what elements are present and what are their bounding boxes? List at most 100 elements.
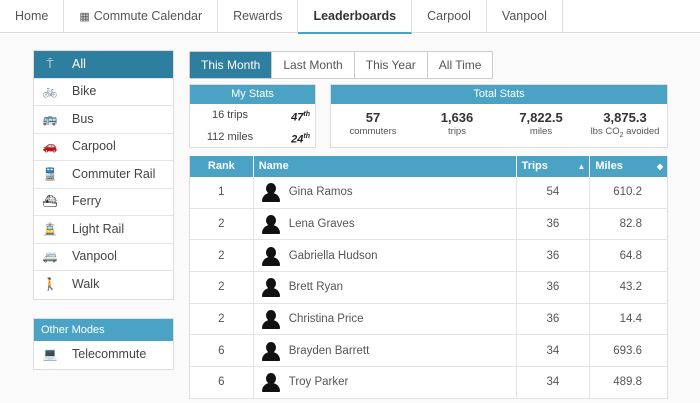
name-cell: Christina Price: [254, 303, 517, 335]
sidebar-item-bus[interactable]: 🚌 Bus: [34, 106, 173, 134]
stat-value: 3,875.3: [603, 110, 647, 125]
train-icon: 🚆: [42, 166, 58, 181]
period-last-month-button[interactable]: Last Month: [272, 52, 355, 78]
rank-cell: 1: [190, 177, 254, 208]
period-selector: This Month Last Month This Year All Time: [189, 51, 494, 79]
my-miles-rank: 24th: [291, 133, 310, 146]
total-co2-avoided: 3,875.3 lbs CO2 avoided: [583, 110, 667, 139]
stat-label: lbs CO2 avoided: [590, 126, 660, 139]
top-tab-bar: Home ▦ Commute Calendar Rewards Leaderboa…: [0, 0, 700, 34]
stat-value: 1,636: [440, 110, 474, 125]
van-icon: 🚐: [42, 249, 58, 264]
trips-cell: 34: [517, 335, 591, 367]
stat-label: trips: [448, 126, 466, 137]
rank-cell: 2: [190, 272, 254, 303]
table-row: 2 Lena Graves 36 82.8: [190, 208, 667, 241]
my-stats-panel: My Stats 16 trips 47th 112 miles 24th: [189, 84, 316, 148]
miles-cell: 610.2: [613, 186, 642, 199]
tab-home[interactable]: Home: [0, 0, 65, 33]
table-row: 2 Gabriella Hudson 36 64.8: [190, 240, 667, 273]
laptop-icon: 💻: [42, 347, 58, 362]
stat-label: commuters: [349, 126, 397, 137]
miles-cell: 43.2: [619, 281, 642, 294]
tab-leaderboards[interactable]: Leaderboards: [298, 0, 413, 34]
name-column-header[interactable]: Name: [254, 156, 517, 177]
ferry-icon: ⛴: [42, 194, 58, 209]
period-all-time-button[interactable]: All Time: [428, 52, 493, 78]
leaderboard-table: Rank Name Trips ▲ Miles ◆ 1 Gina Ramos 54 610…: [189, 156, 668, 399]
my-trips-rank: 47th: [291, 111, 310, 124]
sidebar-item-carpool[interactable]: 🚗 Carpool: [34, 134, 173, 161]
trips-column-header[interactable]: Trips ▲: [517, 156, 591, 177]
rank-cell: 6: [190, 367, 254, 398]
user-avatar-icon: [261, 182, 280, 203]
total-stats-panel: Total Stats 57 commuters 1,636 trips 7,8…: [330, 84, 668, 148]
user-name: Lena Graves: [288, 218, 355, 231]
sidebar-item-label: All: [72, 56, 86, 71]
tab-label: Leaderboards: [313, 9, 397, 23]
table-row: 1 Gina Ramos 54 610.2: [190, 177, 667, 209]
tab-label: Carpool: [427, 9, 471, 23]
other-modes-title: Other Modes: [34, 319, 173, 341]
light-rail-icon: 🚊: [42, 221, 58, 236]
tab-vanpool[interactable]: Vanpool: [487, 0, 563, 33]
tab-carpool[interactable]: Carpool: [412, 0, 487, 33]
table-row: 6 Troy Parker 34 489.8: [190, 367, 667, 399]
tab-label: Commute Calendar: [93, 9, 203, 23]
sidebar-item-telecommute[interactable]: 💻 Telecommute: [34, 341, 173, 369]
name-cell: Brett Ryan: [254, 272, 517, 303]
table-row: 6 Brayden Barrett 34 693.6: [190, 335, 667, 368]
trips-cell: 36: [517, 272, 591, 303]
sidebar-item-commuter-rail[interactable]: 🚆 Commuter Rail: [34, 161, 173, 189]
trips-cell: 36: [517, 240, 591, 272]
car-icon: 🚗: [42, 139, 58, 154]
total-stats-title: Total Stats: [331, 85, 667, 104]
period-this-month-button[interactable]: This Month: [190, 52, 273, 78]
sidebar-item-label: Carpool: [72, 139, 116, 154]
my-stats-miles-row: 112 miles 24th: [190, 126, 315, 148]
sidebar-item-vanpool[interactable]: 🚐 Vanpool: [34, 244, 173, 271]
sidebar-item-label: Commuter Rail: [72, 166, 156, 181]
name-cell: Troy Parker: [254, 367, 517, 398]
name-cell: Gina Ramos: [254, 177, 517, 208]
total-miles: 7,822.5 miles: [499, 110, 583, 139]
sidebar-item-walk[interactable]: 🚶 Walk: [34, 271, 173, 299]
stat-value: 7,822.5: [519, 110, 563, 125]
rank-cell: 2: [190, 208, 254, 240]
miles-cell: 64.8: [619, 249, 642, 262]
rank-cell: 6: [190, 335, 254, 367]
user-name: Gina Ramos: [288, 186, 353, 199]
bike-icon: 🚲: [42, 84, 58, 99]
sidebar-item-light-rail[interactable]: 🚊 Light Rail: [34, 216, 173, 244]
tab-commute-calendar[interactable]: ▦ Commute Calendar: [64, 0, 219, 33]
tab-rewards[interactable]: Rewards: [218, 0, 299, 33]
user-name: Brett Ryan: [288, 281, 344, 294]
tab-label: Rewards: [233, 9, 283, 23]
sidebar-item-label: Vanpool: [72, 249, 117, 264]
sidebar-item-label: Light Rail: [72, 221, 125, 236]
sidebar-item-label: Telecommute: [72, 347, 147, 362]
miles-column-header[interactable]: Miles ◆: [590, 156, 667, 177]
tab-label: Vanpool: [501, 9, 547, 23]
miles-cell: 693.6: [613, 344, 642, 357]
period-this-year-button[interactable]: This Year: [355, 52, 428, 78]
rank-cell: 2: [190, 303, 254, 335]
stat-value: 57: [365, 110, 381, 125]
name-cell: Lena Graves: [254, 208, 517, 240]
mode-sidebar: ⍑ All 🚲 Bike 🚌 Bus 🚗 Carpool 🚆 Commuter Rail ⛴ Ferr…: [33, 50, 174, 300]
bus-icon: 🚌: [42, 111, 58, 126]
name-cell: Brayden Barrett: [254, 335, 517, 367]
sidebar-item-all[interactable]: ⍑ All: [34, 51, 173, 79]
rank-column-header[interactable]: Rank: [190, 156, 254, 177]
miles-cell: 82.8: [619, 218, 642, 231]
my-miles-value: 112 miles: [206, 131, 254, 143]
sidebar-item-bike[interactable]: 🚲 Bike: [34, 79, 173, 106]
sidebar-item-label: Walk: [72, 277, 100, 292]
all-modes-icon: ⍑: [46, 56, 54, 71]
table-row: 2 Christina Price 36 14.4: [190, 303, 667, 336]
user-avatar-icon: [261, 277, 280, 298]
miles-cell: 14.4: [619, 313, 642, 326]
sidebar-item-ferry[interactable]: ⛴ Ferry: [34, 189, 173, 216]
trips-cell: 54: [517, 177, 591, 208]
name-cell: Gabriella Hudson: [254, 240, 517, 272]
